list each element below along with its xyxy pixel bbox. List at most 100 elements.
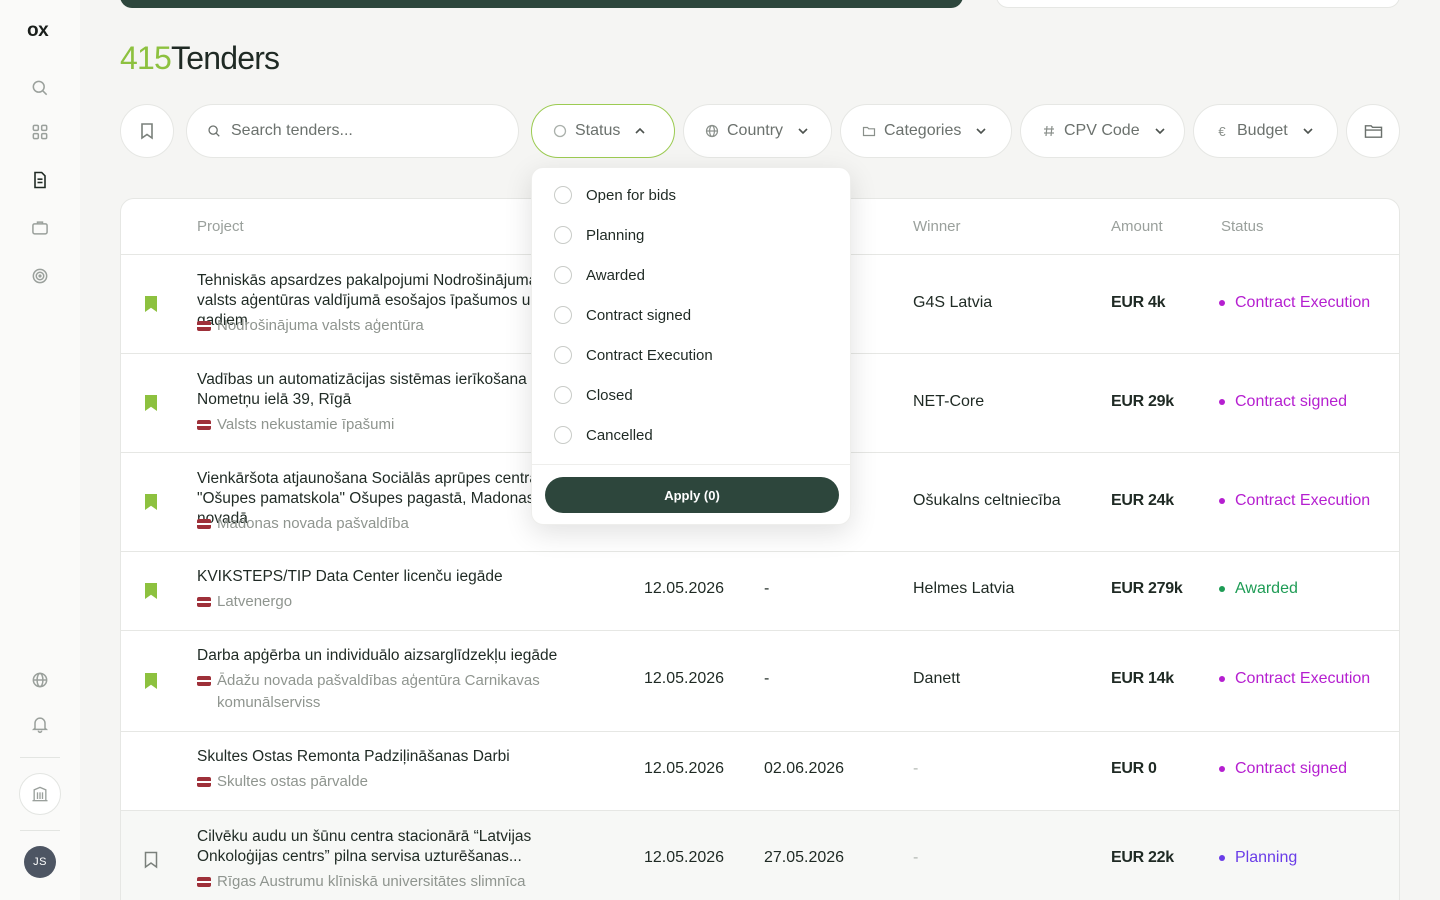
cpv-code-filter[interactable]: CPV Code [1020,104,1185,158]
euro-icon: € [1218,123,1226,139]
globe-icon[interactable] [28,668,52,692]
column-header-amount[interactable]: Amount [1111,218,1163,235]
radio-button[interactable] [554,226,572,244]
published-date-cell: 12.05.2026 [644,580,725,597]
apply-button[interactable]: Apply (0) [545,477,839,513]
budget-filter[interactable]: € Budget [1193,104,1338,158]
radio-button[interactable] [554,186,572,204]
radio-button[interactable] [554,386,572,404]
project-title[interactable]: Darba apģērba un individuālo aizsarglīdz… [197,646,617,666]
status-text: Contract Execution [1235,294,1371,311]
bookmark-outline-icon[interactable] [143,851,159,869]
radio-button[interactable] [554,426,572,444]
amount-cell: EUR 14k [1111,670,1174,687]
building-icon [32,786,48,802]
latvia-flag-icon [197,676,211,686]
table-row[interactable]: Skultes Ostas Remonta Padziļināšanas Dar… [121,732,1399,811]
bookmark-filled-icon[interactable] [143,295,159,313]
winner-cell: Danett [913,670,961,687]
project-title[interactable]: Cilvēku audu un šūnu centra stacionārā “… [197,827,557,867]
dashboard-icon[interactable] [28,120,52,144]
categories-filter-label: Categories [884,122,962,139]
status-dot [1219,676,1225,682]
status-option-open-for-bids[interactable]: Open for bids [554,186,676,204]
bookmark-filled-icon[interactable] [143,394,159,412]
status-badge: Contract signed [1219,393,1347,411]
radio-button[interactable] [554,306,572,324]
status-option-cancelled[interactable]: Cancelled [554,426,653,444]
deadline-cell: 02.06.2026 [764,760,845,777]
radio-button[interactable] [554,346,572,364]
chevron-down-icon [1303,128,1313,135]
status-dot [1219,855,1225,861]
project-title[interactable]: Vadības un automatizācijas sistēmas ierī… [197,370,557,410]
tenders-document-icon[interactable] [28,168,52,192]
folder-icon [862,126,876,137]
status-option-contract-signed[interactable]: Contract signed [554,306,691,324]
status-option-awarded[interactable]: Awarded [554,266,645,284]
target-icon[interactable] [28,264,52,288]
saved-filter-button[interactable] [120,104,174,158]
column-header-project[interactable]: Project [197,218,244,235]
project-organization: Latvenergo [197,591,577,613]
status-option-planning[interactable]: Planning [554,226,644,244]
status-text: Contract Execution [1235,492,1371,509]
status-filter[interactable]: Status [531,104,675,158]
column-header-winner[interactable]: Winner [913,218,961,235]
project-title[interactable]: KVIKSTEPS/TIP Data Center licenču iegāde [197,567,617,587]
project-organization: Nodrošinājuma valsts aģentūra [197,315,577,337]
tender-count: 415 [120,40,172,76]
project-organization: Rīgas Austrumu klīniskā universitātes sl… [197,871,577,893]
winner-cell: Helmes Latvia [913,580,1015,597]
status-badge: Contract Execution [1219,670,1370,688]
amount-cell: EUR 279k [1111,580,1183,597]
user-avatar[interactable]: JS [24,846,56,878]
table-row[interactable]: Cilvēku audu un šūnu centra stacionārā “… [121,811,1399,900]
chevron-down-icon [798,128,808,135]
latvia-flag-icon [197,321,211,331]
status-option-closed[interactable]: Closed [554,386,633,404]
published-date-cell: 12.05.2026 [644,849,725,866]
bookmark-filled-icon[interactable] [143,582,159,600]
app-logo[interactable]: ox [27,20,49,42]
project-title[interactable]: Skultes Ostas Remonta Padziļināšanas Dar… [197,747,617,767]
circle-icon [553,124,567,138]
amount-cell: EUR 0 [1111,760,1157,777]
page-title: 415Tenders [120,40,280,77]
column-header-status[interactable]: Status [1221,218,1264,235]
amount-cell: EUR 4k [1111,294,1166,311]
chevron-up-icon [635,127,645,134]
search-input[interactable] [231,122,481,140]
table-row[interactable]: KVIKSTEPS/TIP Data Center licenču iegāde… [121,552,1399,631]
dropdown-divider [532,464,850,465]
status-badge: Contract Execution [1219,492,1370,510]
table-row[interactable]: Darba apģērba un individuālo aizsarglīdz… [121,631,1399,732]
status-text: Contract signed [1235,760,1348,777]
country-filter[interactable]: Country [683,104,832,158]
search-icon[interactable] [28,76,52,100]
amount-cell: EUR 29k [1111,393,1174,410]
bookmark-icon [141,123,153,140]
bell-icon[interactable] [28,712,52,736]
sidebar-divider [20,757,60,758]
bookmark-filled-icon[interactable] [143,493,159,511]
organization-button[interactable] [19,773,61,815]
top-banner [120,0,963,8]
status-option-contract-execution[interactable]: Contract Execution [554,346,713,364]
saved-searches-button[interactable] [1346,104,1400,158]
status-dot [1219,300,1225,306]
status-dropdown: Open for bids Planning Awarded Contract … [531,167,851,525]
search-box[interactable] [186,104,519,158]
organization-name: Ādažu novada pašvaldības aģentūra Carnik… [217,672,540,711]
status-badge: Contract Execution [1219,294,1370,312]
radio-button[interactable] [554,266,572,284]
published-date-cell: 12.05.2026 [644,670,725,687]
status-badge: Awarded [1219,580,1298,598]
categories-filter[interactable]: Categories [840,104,1012,158]
hash-icon [1044,125,1054,137]
top-panel [996,0,1400,8]
bookmark-filled-icon[interactable] [143,672,159,690]
amount-cell: EUR 24k [1111,492,1174,509]
briefcase-icon[interactable] [28,216,52,240]
status-dot [1219,498,1225,504]
